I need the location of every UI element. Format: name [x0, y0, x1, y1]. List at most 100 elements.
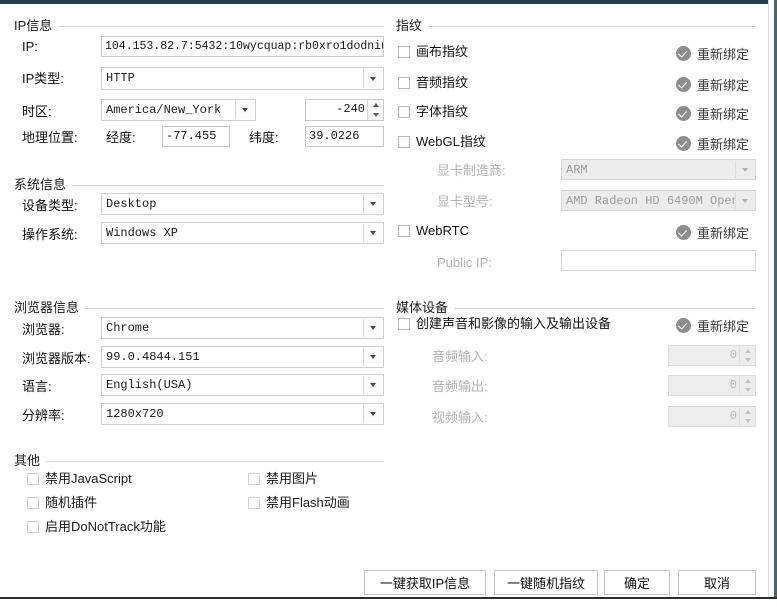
- os-value: Windows XP: [106, 226, 179, 240]
- stepper-buttons[interactable]: [739, 407, 755, 426]
- chevron-down-icon[interactable]: [235, 101, 254, 119]
- checkbox-box[interactable]: [398, 136, 410, 148]
- timezone-offset-stepper[interactable]: -240: [305, 99, 384, 121]
- checkbox-audio-fingerprint[interactable]: 音频指纹: [398, 75, 468, 91]
- audio-input-stepper[interactable]: 0: [668, 345, 756, 366]
- checkbox-box[interactable]: [248, 497, 260, 509]
- checkbox-disable-images[interactable]: 禁用图片: [248, 471, 318, 487]
- chevron-down-icon[interactable]: [363, 348, 382, 366]
- chevron-down-icon[interactable]: [363, 376, 382, 394]
- checkbox-label: WebGL指纹: [416, 134, 486, 149]
- chevron-down-icon[interactable]: [363, 224, 382, 242]
- stepper-buttons[interactable]: [739, 376, 755, 395]
- chevron-down-icon[interactable]: [363, 319, 382, 337]
- rebind-webrtc-button[interactable]: 重新绑定: [676, 223, 749, 242]
- rebind-media-button[interactable]: 重新绑定: [676, 316, 749, 335]
- os-select[interactable]: Windows XP: [101, 222, 384, 244]
- timezone-value: America/New_York: [106, 103, 222, 117]
- get-ip-info-button[interactable]: 一键获取IP信息: [364, 570, 486, 595]
- ip-type-label: IP类型:: [22, 71, 64, 86]
- public-ip-label: Public IP:: [437, 255, 492, 270]
- rebind-canvas-button[interactable]: 重新绑定: [676, 44, 749, 63]
- rebind-label: 重新绑定: [697, 107, 750, 122]
- group-divider: [14, 461, 384, 462]
- ip-input[interactable]: 104.153.82.7:5432:10wycquap:rb0xro1dodni…: [101, 36, 384, 57]
- checkbox-box[interactable]: [398, 46, 410, 58]
- video-input-value: 0: [729, 409, 737, 423]
- gpu-vendor-select[interactable]: ARM: [561, 159, 756, 180]
- stepper-down-icon[interactable]: [740, 356, 755, 366]
- stepper-buttons[interactable]: [739, 346, 755, 365]
- check-circle-icon: [676, 46, 691, 61]
- checkbox-label: 创建声音和影像的输入及输出设备: [416, 316, 612, 331]
- browser-select[interactable]: Chrome: [101, 317, 384, 339]
- group-divider: [14, 26, 384, 27]
- browser-version-select[interactable]: 99.0.4844.151: [101, 346, 384, 368]
- chevron-down-icon[interactable]: [363, 195, 382, 213]
- stepper-buttons[interactable]: [367, 100, 383, 120]
- checkbox-disable-javascript[interactable]: 禁用JavaScript: [27, 471, 132, 487]
- gpu-model-select[interactable]: AMD Radeon HD 6490M OpenGL E: [561, 190, 756, 211]
- stepper-up-icon[interactable]: [740, 376, 755, 386]
- checkbox-disable-flash[interactable]: 禁用Flash动画: [248, 495, 350, 511]
- browser-version-value: 99.0.4844.151: [106, 350, 200, 364]
- checkbox-label: 禁用图片: [266, 471, 319, 486]
- checkbox-create-media-devices[interactable]: 创建声音和影像的输入及输出设备: [398, 316, 611, 332]
- checkbox-label: 随机插件: [45, 495, 98, 510]
- ok-button[interactable]: 确定: [604, 570, 670, 595]
- top-accent-strip: [0, 0, 777, 4]
- checkbox-box[interactable]: [27, 473, 39, 485]
- checkbox-box[interactable]: [398, 106, 410, 118]
- checkbox-box[interactable]: [398, 77, 410, 89]
- checkbox-label: WebRTC: [416, 223, 469, 238]
- ip-type-select[interactable]: HTTP: [101, 67, 384, 90]
- browser-info-title: 浏览器信息: [14, 300, 86, 315]
- checkbox-canvas-fingerprint[interactable]: 画布指纹: [398, 44, 468, 60]
- checkbox-label: 禁用JavaScript: [45, 471, 132, 486]
- cancel-button[interactable]: 取消: [678, 570, 756, 595]
- checkbox-label: 画布指纹: [416, 44, 469, 59]
- language-label: 语言:: [22, 379, 52, 394]
- gpu-model-value: AMD Radeon HD 6490M OpenGL E: [566, 194, 756, 208]
- stepper-up-icon[interactable]: [368, 100, 383, 110]
- device-type-select[interactable]: Desktop: [101, 193, 384, 215]
- stepper-down-icon[interactable]: [368, 110, 383, 120]
- chevron-down-icon[interactable]: [363, 405, 382, 423]
- checkbox-box[interactable]: [27, 521, 39, 533]
- timezone-label: 时区:: [22, 104, 52, 119]
- checkbox-random-plugins[interactable]: 随机插件: [27, 495, 97, 511]
- rebind-font-button[interactable]: 重新绑定: [676, 104, 749, 123]
- check-circle-icon: [676, 106, 691, 121]
- audio-output-label: 音频输出:: [432, 379, 488, 394]
- checkbox-box[interactable]: [248, 473, 260, 485]
- random-fingerprint-button[interactable]: 一键随机指纹: [494, 570, 598, 595]
- rebind-webgl-button[interactable]: 重新绑定: [676, 134, 749, 153]
- checkbox-box[interactable]: [398, 225, 410, 237]
- longitude-input[interactable]: -77.455: [162, 126, 230, 147]
- checkbox-font-fingerprint[interactable]: 字体指纹: [398, 104, 468, 120]
- checkbox-box[interactable]: [27, 497, 39, 509]
- chevron-down-icon[interactable]: [735, 161, 754, 178]
- stepper-up-icon[interactable]: [740, 407, 755, 417]
- language-select[interactable]: English(USA): [101, 374, 384, 396]
- timezone-select[interactable]: America/New_York: [101, 99, 256, 121]
- resolution-select[interactable]: 1280x720: [101, 403, 384, 425]
- checkbox-enable-donottrack[interactable]: 启用DoNotTrack功能: [27, 519, 166, 535]
- stepper-up-icon[interactable]: [740, 346, 755, 356]
- rebind-label: 重新绑定: [697, 319, 750, 334]
- video-input-stepper[interactable]: 0: [668, 406, 756, 427]
- rebind-audio-button[interactable]: 重新绑定: [676, 75, 749, 94]
- latitude-input[interactable]: 39.0226: [305, 126, 384, 147]
- checkbox-webgl-fingerprint[interactable]: WebGL指纹: [398, 134, 486, 150]
- audio-output-stepper[interactable]: 0: [668, 375, 756, 396]
- checkbox-webrtc[interactable]: WebRTC: [398, 223, 469, 239]
- gpu-vendor-label: 显卡制造商:: [437, 163, 506, 178]
- checkbox-box[interactable]: [398, 318, 410, 330]
- stepper-down-icon[interactable]: [740, 417, 755, 427]
- chevron-down-icon[interactable]: [735, 192, 754, 209]
- chevron-down-icon[interactable]: [363, 69, 382, 88]
- fingerprint-title: 指纹: [396, 18, 429, 33]
- browser-label: 浏览器:: [22, 322, 65, 337]
- stepper-down-icon[interactable]: [740, 386, 755, 396]
- public-ip-input[interactable]: [561, 250, 756, 271]
